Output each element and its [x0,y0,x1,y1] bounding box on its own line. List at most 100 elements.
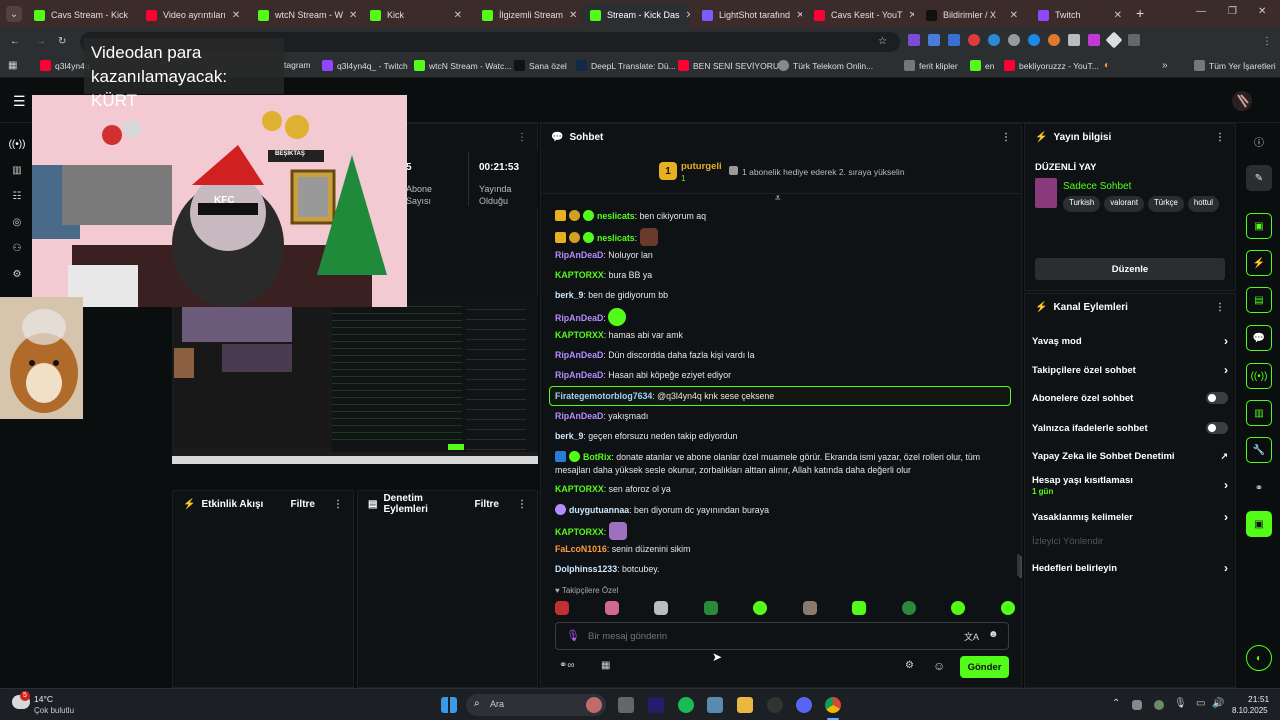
chat-settings-icon[interactable]: ⚙ [905,660,914,671]
collapse-icon[interactable]: ⩡ [775,193,781,204]
more-options-icon[interactable]: ⋮ [517,132,527,143]
extension-icon[interactable] [1105,31,1123,49]
chat-username[interactable]: Dolphinss1233 [555,564,617,574]
edit-button[interactable]: Düzenle [1035,258,1225,280]
chat-username[interactable]: RipAnDeaD [555,350,603,360]
chat-username[interactable]: RipAnDeaD [555,370,603,380]
chat-username[interactable]: KAPTORXX [555,330,604,340]
settings-icon[interactable]: ⚙ [8,265,26,283]
close-icon[interactable]: ✕ [232,10,240,21]
chat-username[interactable]: berk_9 [555,431,583,441]
chrome-icon[interactable] [825,697,841,713]
more-options-icon[interactable]: ⋮ [1215,302,1225,313]
bookmark-item[interactable]: bekliyoruzzz - YouT... [1004,60,1099,71]
chat-username[interactable]: BotRix [583,452,611,462]
chat-icon[interactable]: 💬 [1246,325,1272,351]
chat-message-input[interactable] [588,628,948,644]
browser-tab[interactable]: Cavs Stream - Kick✕ [26,3,134,27]
activity-filter-button[interactable]: Filtre [291,499,315,510]
tray-app-icon[interactable] [1154,700,1164,710]
browser-tab[interactable]: Twitch ✕ [1030,3,1130,27]
bookmark-item[interactable]: q3l4yn4q [40,60,90,71]
app-icon[interactable] [586,697,602,713]
maximize-icon[interactable]: ❐ [1228,6,1237,17]
spotify-icon[interactable] [678,697,694,713]
action-set-goals[interactable]: Hedefleri belirleyin › [1032,561,1228,575]
weather-desc[interactable]: Çok bulutlu [34,706,74,715]
document-icon[interactable]: ▤ [1246,287,1272,313]
tray-app-icon[interactable] [1132,700,1142,710]
action-slow-mode[interactable]: Yavaş mod › [1032,334,1228,348]
bookmark-star-icon[interactable]: ☆ [878,36,887,47]
extension-icon[interactable] [948,34,960,46]
emote-icon[interactable] [555,601,569,615]
close-icon[interactable]: ✕ [686,10,690,21]
browser-tab[interactable]: wtcN Stream - W ✕ [250,3,358,27]
menu-icon[interactable]: ⋮ [1262,36,1272,47]
chat-username[interactable]: RipAnDeaD [555,313,603,323]
share-icon[interactable]: ⚭ [1246,475,1272,501]
extension-icon[interactable] [1088,34,1100,46]
premiere-icon[interactable] [648,697,664,713]
forward-icon[interactable]: → [36,36,46,47]
send-button[interactable]: Gönder [960,656,1009,678]
browser-tab[interactable]: Cavs Kesit - YouT ✕ [806,3,914,27]
bookmark-item[interactable]: q3l4yn4q_ - Twitch [322,60,408,71]
browser-tab[interactable]: LightShot tarafınd ✕ [694,3,802,27]
hamburger-menu-icon[interactable]: ☰ [13,93,26,110]
edit-icon[interactable]: ✎ [1246,165,1272,191]
chat-username[interactable]: KAPTORXX [555,527,604,537]
close-icon[interactable]: ✕ [796,10,802,21]
store-icon[interactable]: ▦ [601,660,610,671]
bookmark-item[interactable]: wtcN Stream - Watc... [414,60,511,71]
chat-username[interactable]: FaLcoN1016 [555,544,607,554]
tag-pill[interactable]: valorant [1104,196,1145,212]
chat-username[interactable]: berk_9 [555,290,583,300]
network-icon[interactable]: ▭ [1196,698,1205,709]
extension-icon[interactable] [928,34,940,46]
info-icon[interactable]: ⓘ [1246,128,1272,154]
emote-icon[interactable] [654,601,669,615]
close-icon[interactable]: ✕ [569,10,577,21]
more-options-icon[interactable]: ⋮ [1001,132,1011,143]
community-icon[interactable]: ☷ [8,187,26,205]
chat-username[interactable]: KAPTORXX [555,270,604,280]
bookmark-item[interactable]: BEN SENİ SEVİYORU... [678,60,786,71]
close-icon[interactable]: ✕ [454,10,462,21]
apps-grid-icon[interactable]: ▦ [8,60,17,71]
microphone-tray-icon[interactable]: 🎙 [1174,698,1187,709]
browser-tab[interactable]: Bildirimler / X ✕ [918,3,1026,27]
chat-username[interactable]: RipAnDeaD [555,411,603,421]
more-options-icon[interactable]: ⋮ [333,499,343,510]
taskview-icon[interactable] [618,697,634,713]
all-bookmarks[interactable]: Tüm Yer İşaretleri [1194,60,1276,71]
file-explorer-icon[interactable] [737,697,753,713]
settings-app-icon[interactable] [707,697,723,713]
bookmark-item[interactable]: Türk Telekom Onlin... [778,60,873,71]
emote-icon[interactable] [604,601,619,615]
emoji-picker-icon[interactable]: ☻ [988,629,999,640]
emote-icon[interactable] [753,601,768,615]
user-avatar[interactable] [1232,91,1252,111]
bookmark-item[interactable]: ◐ [1104,60,1110,71]
browser-tab[interactable]: Kick ✕ [362,3,470,27]
browser-tab-active[interactable]: Stream - Kick Das ✕ [582,3,690,27]
clock-time[interactable]: 21:51 [1248,694,1269,704]
leaderboard-user[interactable]: puturgeli [681,161,722,172]
action-banned-words[interactable]: Yasaklanmış kelimeler › [1032,510,1228,524]
stream-icon[interactable]: ((•)) [8,135,26,153]
action-account-age[interactable]: Hesap yaşı kısıtlaması 1 gün › [1032,475,1228,497]
lightning-icon[interactable]: ⚡ [1246,250,1272,276]
layout-icon[interactable]: ▥ [1246,400,1272,426]
tag-pill[interactable]: hottul [1187,196,1219,212]
panel-scrollbar[interactable] [1017,554,1020,576]
action-ai-moderation[interactable]: Yapay Zeka ile Sohbet Denetimi ↗ [1032,451,1228,462]
chat-input-box[interactable]: 🎙 文A ☻ [555,622,1009,650]
reload-icon[interactable]: ↻ [58,36,66,47]
kick-logo-icon[interactable]: ◐ [1246,645,1272,671]
chat-username[interactable]: Firategemotorblog7634 [555,391,652,401]
extension-icon[interactable] [988,34,1000,46]
puzzle-icon[interactable] [1128,34,1140,46]
taskbar-search[interactable]: ⌕ Ara [466,694,606,716]
bookmark-item[interactable]: ferit klipler [904,60,958,71]
